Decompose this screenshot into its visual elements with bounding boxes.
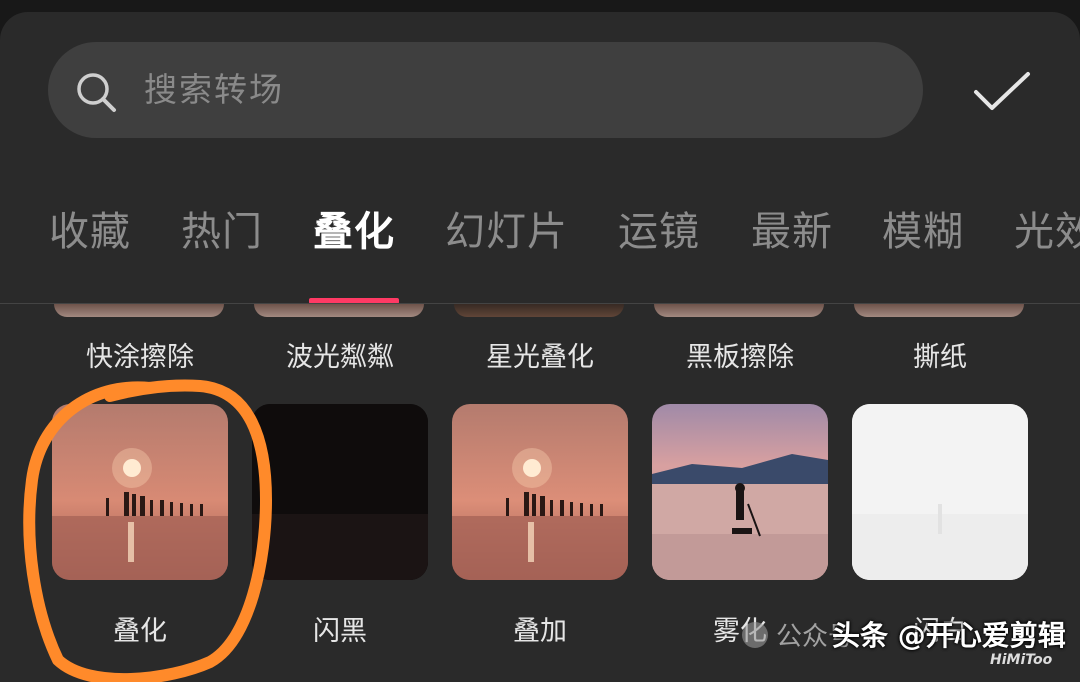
transition-label-dissolve[interactable]: 叠化 — [40, 614, 240, 650]
transition-label-paper-tear[interactable]: 撕纸 — [840, 340, 1040, 376]
scrolled-thumbnails-row — [0, 304, 1080, 318]
search-icon — [77, 73, 116, 112]
watermark: 公众号 头条 @开心爱剪辑 HiMiToo — [740, 612, 1080, 672]
transition-label-sparkle-waves[interactable]: 波光粼粼 — [240, 340, 440, 376]
thumbnail-peek[interactable] — [454, 304, 624, 317]
tab-blur[interactable]: 模糊 — [882, 202, 964, 262]
tab-favorites[interactable]: 收藏 — [49, 202, 131, 262]
thumbnail-overlay[interactable] — [452, 404, 628, 580]
tab-newest[interactable]: 最新 — [751, 202, 833, 262]
tab-camera-move[interactable]: 运镜 — [618, 202, 700, 262]
transition-label-quick-wipe[interactable]: 快涂擦除 — [40, 340, 240, 376]
category-tabs: 收藏 热门 叠化 幻灯片 运镜 最新 模糊 光效 — [0, 202, 1080, 302]
thumbnail-fog[interactable] — [652, 404, 828, 580]
thumbnail-peek[interactable] — [854, 304, 1024, 317]
checkmark-icon[interactable] — [972, 70, 1032, 114]
tab-slideshow[interactable]: 幻灯片 — [445, 202, 568, 262]
thumbnail-fade-white[interactable] — [852, 404, 1028, 580]
tab-popular[interactable]: 热门 — [181, 202, 263, 262]
search-bar[interactable]: 搜索转场 — [48, 42, 923, 138]
transition-label-overlay[interactable]: 叠加 — [440, 614, 640, 650]
watermark-toutiao: 头条 @开心爱剪辑 — [832, 619, 1066, 652]
wechat-logo-icon — [742, 622, 768, 648]
thumbnail-peek[interactable] — [654, 304, 824, 317]
thumbnail-peek[interactable] — [54, 304, 224, 317]
thumbnail-dissolve[interactable] — [52, 404, 228, 580]
search-input[interactable]: 搜索转场 — [144, 62, 884, 118]
thumbnail-fade-black[interactable] — [252, 404, 428, 580]
transition-label-blackboard-erase[interactable]: 黑板擦除 — [640, 340, 840, 376]
tab-dissolve[interactable]: 叠化 — [313, 202, 395, 262]
thumbnail-peek[interactable] — [254, 304, 424, 317]
transition-label-fade-black[interactable]: 闪黑 — [240, 614, 440, 650]
watermark-latin: HiMiToo — [990, 652, 1053, 668]
transition-label-star-dissolve[interactable]: 星光叠化 — [440, 340, 640, 376]
tab-light-effects[interactable]: 光效 — [1014, 202, 1080, 262]
